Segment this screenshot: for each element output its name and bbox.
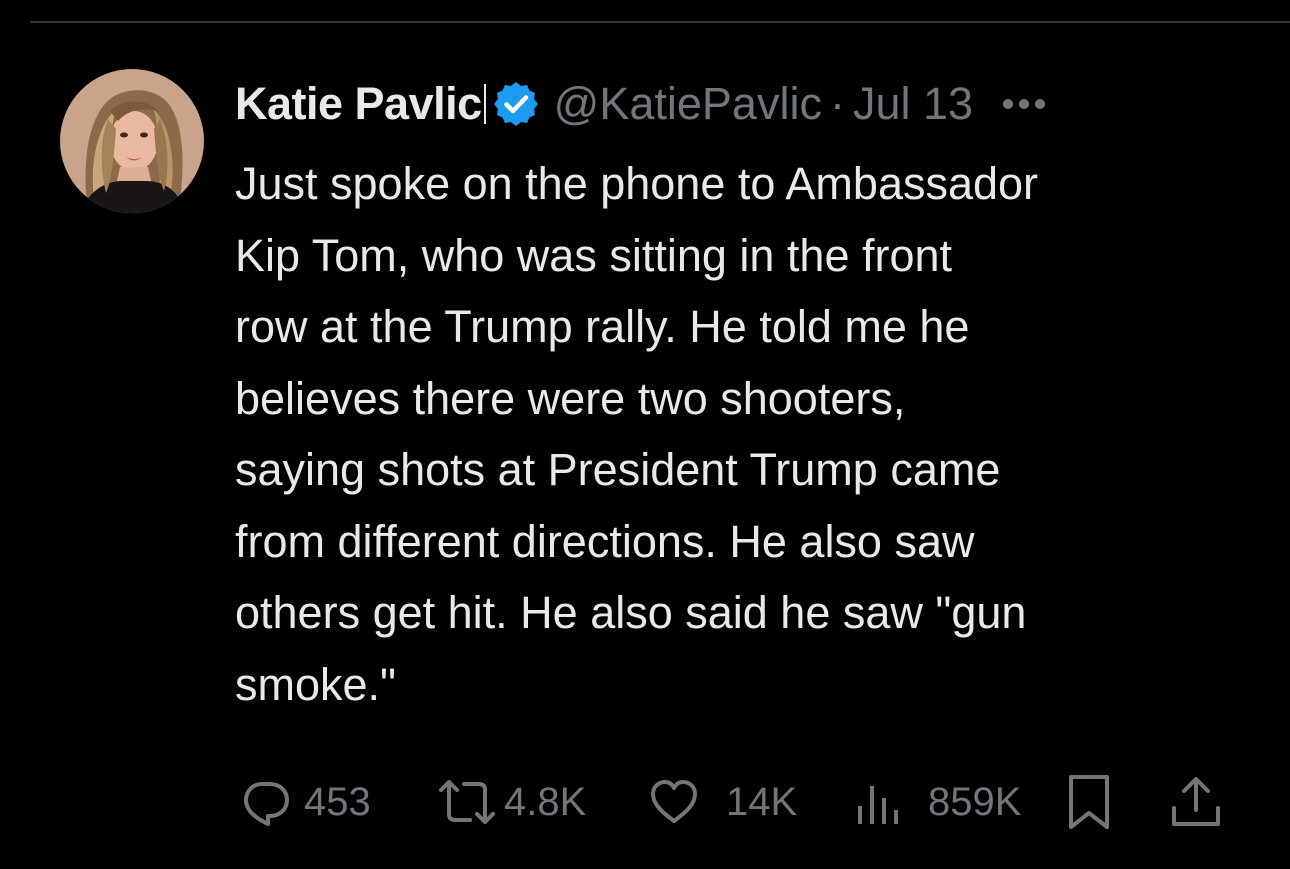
tweet-body: Just spoke on the phone to Ambassador Ki… [235,148,1255,720]
views-button[interactable]: 859K [852,772,1021,832]
avatar-photo [60,69,204,213]
heart-icon [648,776,700,828]
more-options-icon[interactable] [1003,99,1046,109]
tweet-text-line: smoke." [235,658,397,710]
top-divider [30,21,1290,23]
more-dot [1003,99,1014,109]
reply-bubble-icon [240,776,292,828]
tweet-text-line: believes there were two shooters, [235,372,906,424]
verified-badge-icon[interactable] [492,80,540,128]
tweet-text-line: Kip Tom, who was sitting in the front [235,229,953,281]
bookmark-button[interactable] [1066,772,1112,832]
view-count: 859K [928,779,1022,824]
tweet-action-bar: 453 4.8K 14K 859K [240,772,1230,832]
tweet-text-line: Just spoke on the phone to Ambassador [235,158,1039,209]
repost-count: 4.8K [504,779,587,824]
bookmark-icon [1066,773,1112,831]
tweet-text-line: from different directions. He also saw [235,515,975,567]
meta-separator: · [829,78,845,129]
more-dot [1035,99,1046,109]
share-upload-icon [1168,774,1224,830]
tweet-text-line: saying shots at President Trump came [235,444,1001,495]
author-display-name[interactable]: Katie Pavlic [235,78,482,130]
reply-count: 453 [304,779,371,824]
tweet-header: Katie Pavlic @KatiePavlic · Jul 13 [235,72,1046,136]
share-button[interactable] [1168,772,1224,832]
like-count: 14K [726,779,798,824]
author-avatar[interactable] [60,69,204,213]
more-dot [1019,99,1030,109]
author-handle[interactable]: @KatiePavlic [554,78,822,130]
tweet-text-line: others get hit. He also said he saw "gun [235,587,1027,638]
reply-button[interactable]: 453 [240,772,371,832]
views-bar-chart-icon [852,776,904,828]
tweet-date[interactable]: Jul 13 [853,78,973,130]
text-cursor [483,84,486,124]
like-button[interactable]: 14K [648,772,797,832]
repost-arrows-icon [438,776,496,828]
repost-button[interactable]: 4.8K [438,772,586,832]
tweet-text-line: row at the Trump rally. He told me he [235,301,970,352]
